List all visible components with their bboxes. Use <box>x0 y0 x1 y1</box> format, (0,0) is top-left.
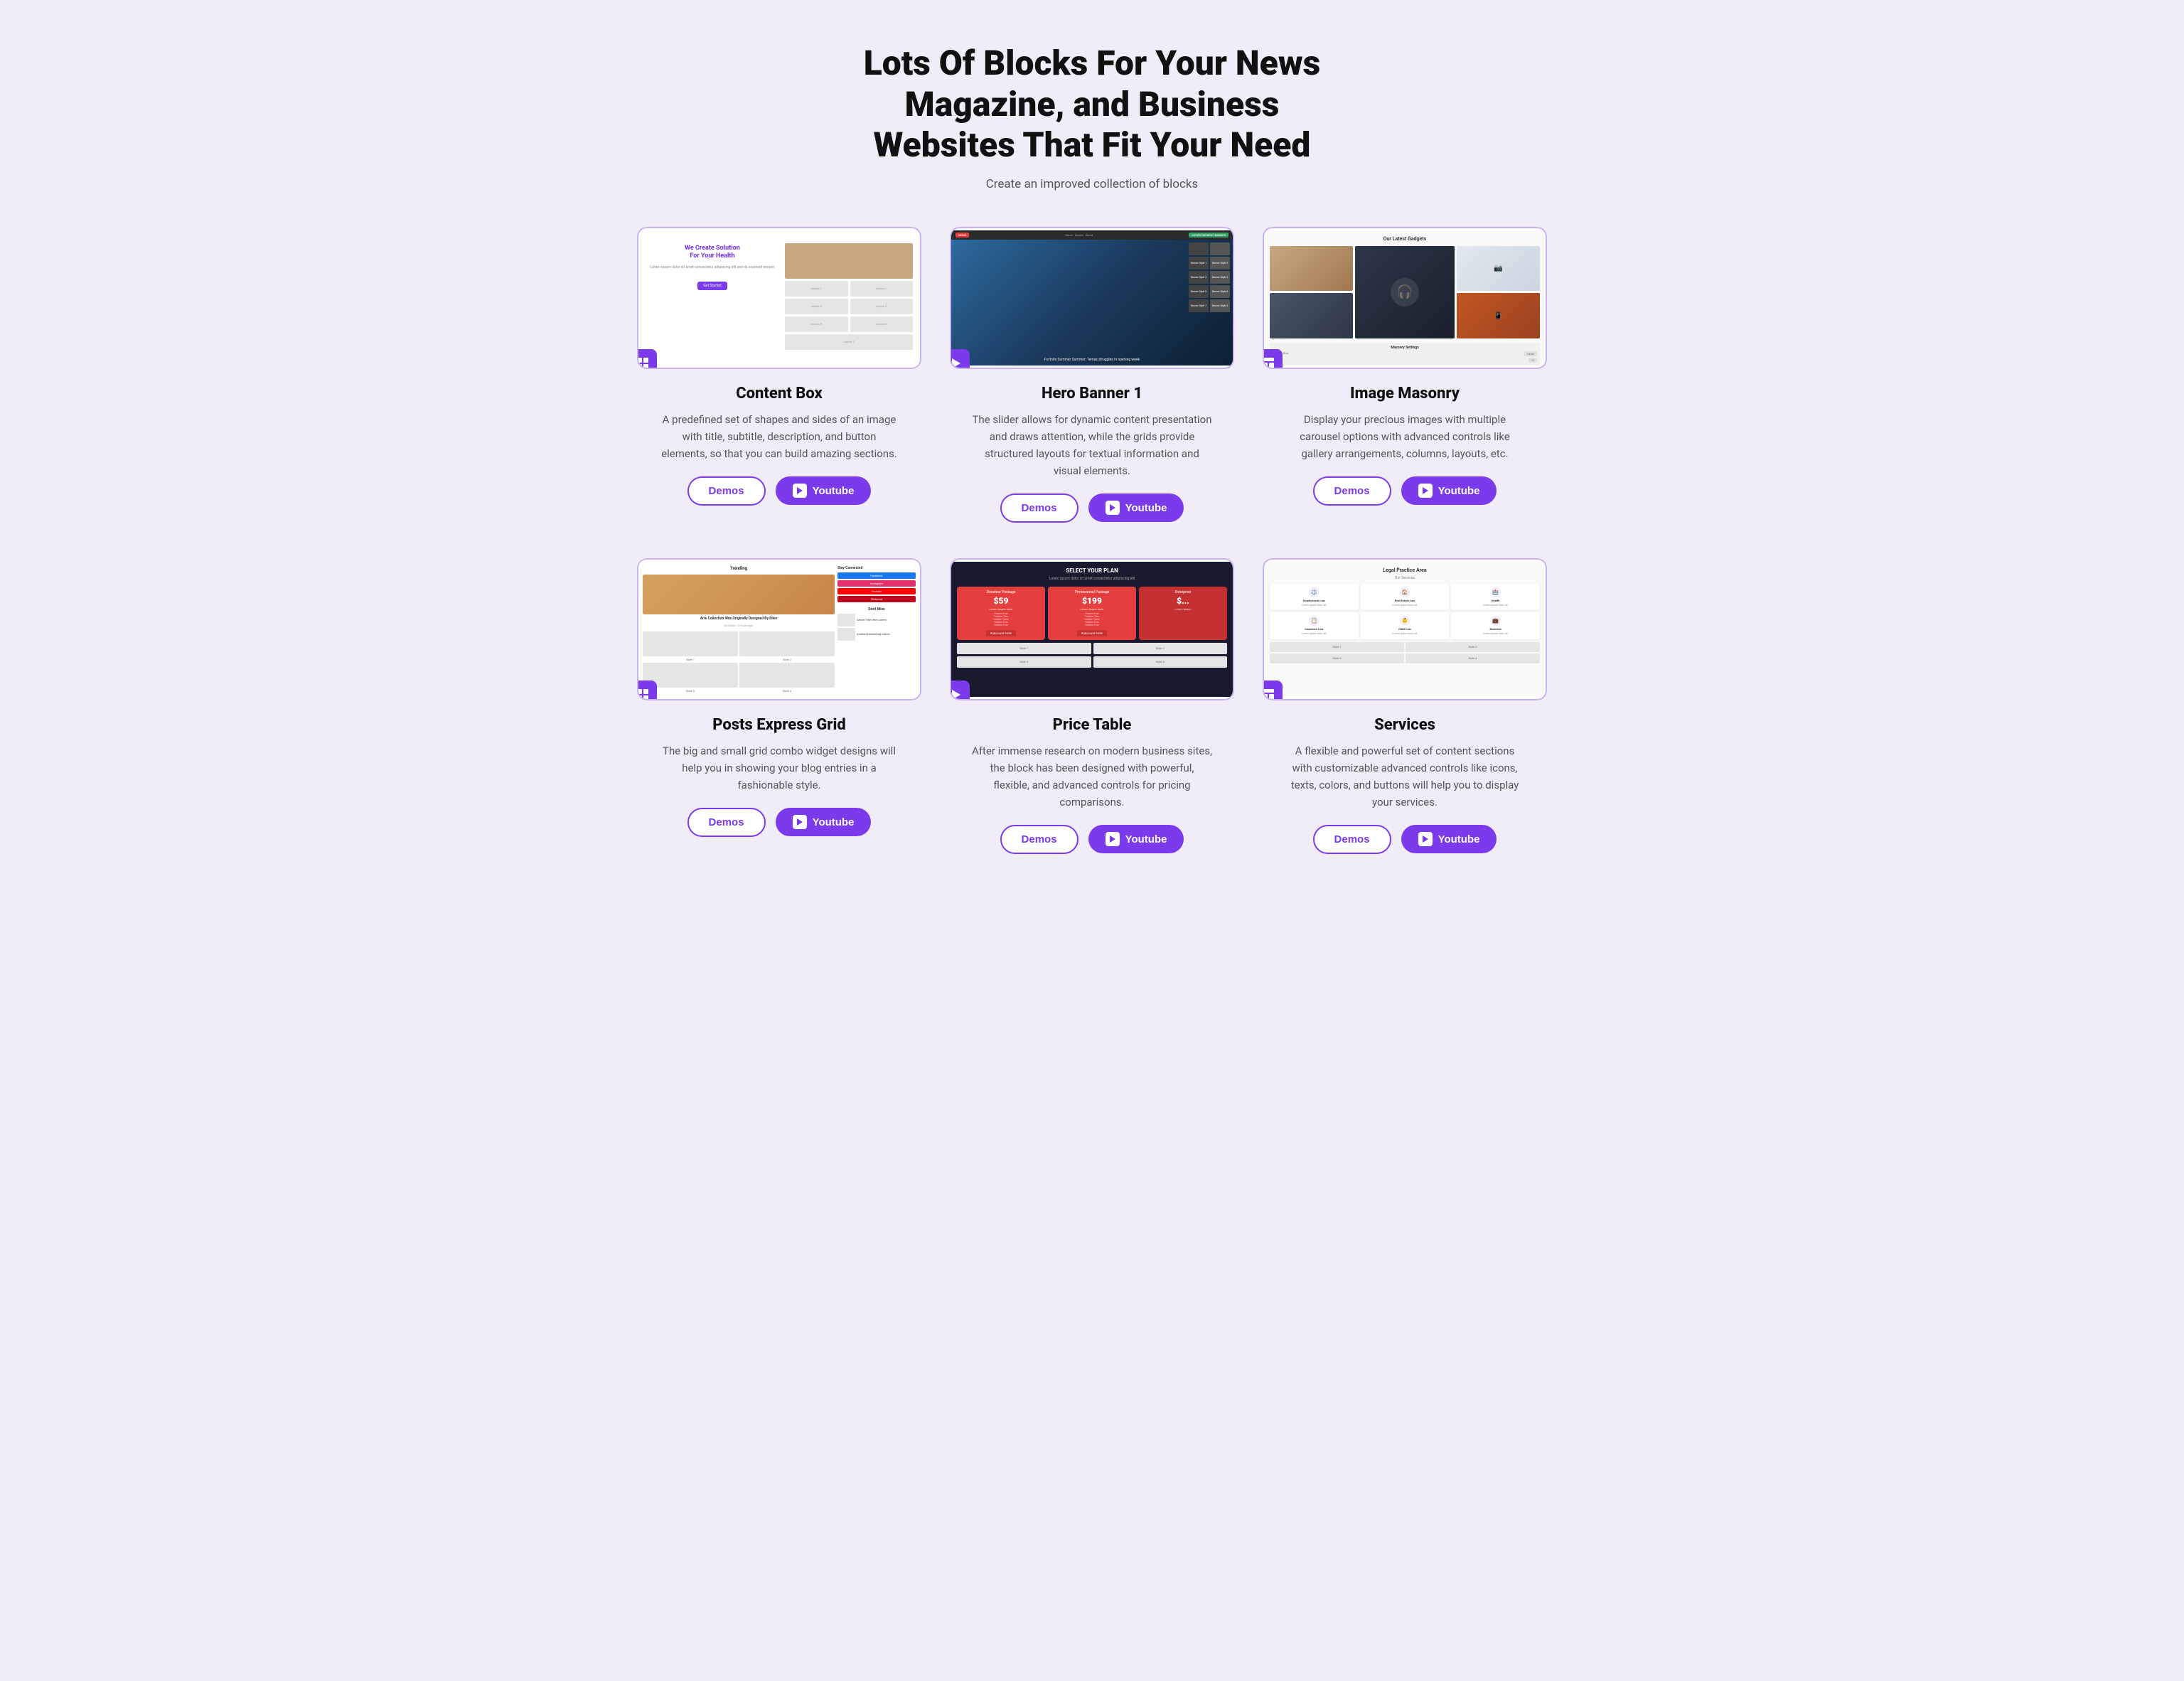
demos-button-services[interactable]: Demos <box>1313 825 1391 854</box>
card-actions-content-box: Demos Youtube <box>687 476 872 506</box>
card-actions-services: Demos Youtube <box>1313 825 1497 854</box>
card-actions-image-masonry: Demos Youtube <box>1313 476 1497 506</box>
play-icon <box>950 681 970 700</box>
block-card-content-box: We Create SolutionFor Your Health Lorem … <box>637 227 921 523</box>
block-title-posts-express-grid: Posts Express Grid <box>712 716 846 734</box>
block-card-image-masonry: Our Latest Gadgets 🎧 📷 <box>1263 227 1547 523</box>
blocks-grid: We Create SolutionFor Your Health Lorem … <box>637 227 1547 854</box>
card-preview-hero-banner: NEWS Home · Sports · World ADVERTISEMENT… <box>950 227 1234 369</box>
block-card-price-table: SELECT YOUR PLAN Lorem ipsum dolor sit a… <box>950 558 1234 854</box>
block-title-price-table: Price Table <box>1053 716 1132 734</box>
card-actions-posts-express-grid: Demos Youtube <box>687 808 872 837</box>
block-title-image-masonry: Image Masonry <box>1350 385 1460 402</box>
block-title-content-box: Content Box <box>736 385 823 402</box>
youtube-button-image-masonry[interactable]: Youtube <box>1401 476 1497 505</box>
youtube-icon-posts-express-grid <box>793 815 807 829</box>
page-subtitle: Create an improved collection of blocks <box>28 177 2156 191</box>
preview-inner-posts-express-grid: Trending Arte Collection Was Originally … <box>638 562 920 697</box>
youtube-icon-hero-banner <box>1106 501 1120 515</box>
block-title-services: Services <box>1374 716 1435 734</box>
youtube-icon-services <box>1418 832 1433 846</box>
youtube-icon-image-masonry <box>1418 484 1433 498</box>
block-card-posts-express-grid: Trending Arte Collection Was Originally … <box>637 558 921 854</box>
youtube-icon-content-box <box>793 484 807 498</box>
youtube-button-hero-banner[interactable]: Youtube <box>1088 493 1184 522</box>
play-icon <box>950 349 970 369</box>
block-desc-hero-banner: The slider allows for dynamic content pr… <box>971 411 1213 479</box>
block-desc-content-box: A predefined set of shapes and sides of … <box>658 411 900 462</box>
card-preview-image-masonry: Our Latest Gadgets 🎧 📷 <box>1263 227 1547 369</box>
demos-button-image-masonry[interactable]: Demos <box>1313 476 1391 506</box>
demos-button-content-box[interactable]: Demos <box>687 476 766 506</box>
preview-inner-image-masonry: Our Latest Gadgets 🎧 📷 <box>1264 230 1546 365</box>
block-desc-image-masonry: Display your precious images with multip… <box>1284 411 1526 462</box>
card-preview-price-table: SELECT YOUR PLAN Lorem ipsum dolor sit a… <box>950 558 1234 700</box>
youtube-icon-price-table <box>1106 832 1120 846</box>
demos-button-hero-banner[interactable]: Demos <box>1000 493 1078 523</box>
page-header: Lots Of Blocks For Your News Magazine, a… <box>28 43 2156 191</box>
card-actions-hero-banner: Demos Youtube <box>1000 493 1184 523</box>
youtube-button-price-table[interactable]: Youtube <box>1088 825 1184 853</box>
card-preview-posts-express-grid: Trending Arte Collection Was Originally … <box>637 558 921 700</box>
demos-button-posts-express-grid[interactable]: Demos <box>687 808 766 837</box>
preview-inner-hero-banner: NEWS Home · Sports · World ADVERTISEMENT… <box>951 230 1233 365</box>
preview-inner-content-box: We Create SolutionFor Your Health Lorem … <box>638 230 920 365</box>
block-desc-price-table: After immense research on modern busines… <box>971 742 1213 811</box>
youtube-button-services[interactable]: Youtube <box>1401 825 1497 853</box>
grid-icon <box>637 349 657 369</box>
block-title-hero-banner: Hero Banner 1 <box>1042 385 1142 402</box>
block-desc-posts-express-grid: The big and small grid combo widget desi… <box>658 742 900 794</box>
preview-inner-services: Legal Practice Area Our Services ⚖️Emplo… <box>1264 562 1546 697</box>
block-desc-services: A flexible and powerful set of content s… <box>1284 742 1526 811</box>
card-actions-price-table: Demos Youtube <box>1000 825 1184 854</box>
card-preview-services: Legal Practice Area Our Services ⚖️Emplo… <box>1263 558 1547 700</box>
block-card-services: Legal Practice Area Our Services ⚖️Emplo… <box>1263 558 1547 854</box>
layout-icon <box>1263 681 1283 700</box>
layout-icon <box>1263 349 1283 369</box>
card-preview-content-box: We Create SolutionFor Your Health Lorem … <box>637 227 921 369</box>
grid-icon <box>637 681 657 700</box>
youtube-button-content-box[interactable]: Youtube <box>776 476 872 505</box>
block-card-hero-banner: NEWS Home · Sports · World ADVERTISEMENT… <box>950 227 1234 523</box>
page-title: Lots Of Blocks For Your News Magazine, a… <box>843 43 1341 166</box>
preview-inner-price-table: SELECT YOUR PLAN Lorem ipsum dolor sit a… <box>951 562 1233 697</box>
demos-button-price-table[interactable]: Demos <box>1000 825 1078 854</box>
youtube-button-posts-express-grid[interactable]: Youtube <box>776 808 872 836</box>
